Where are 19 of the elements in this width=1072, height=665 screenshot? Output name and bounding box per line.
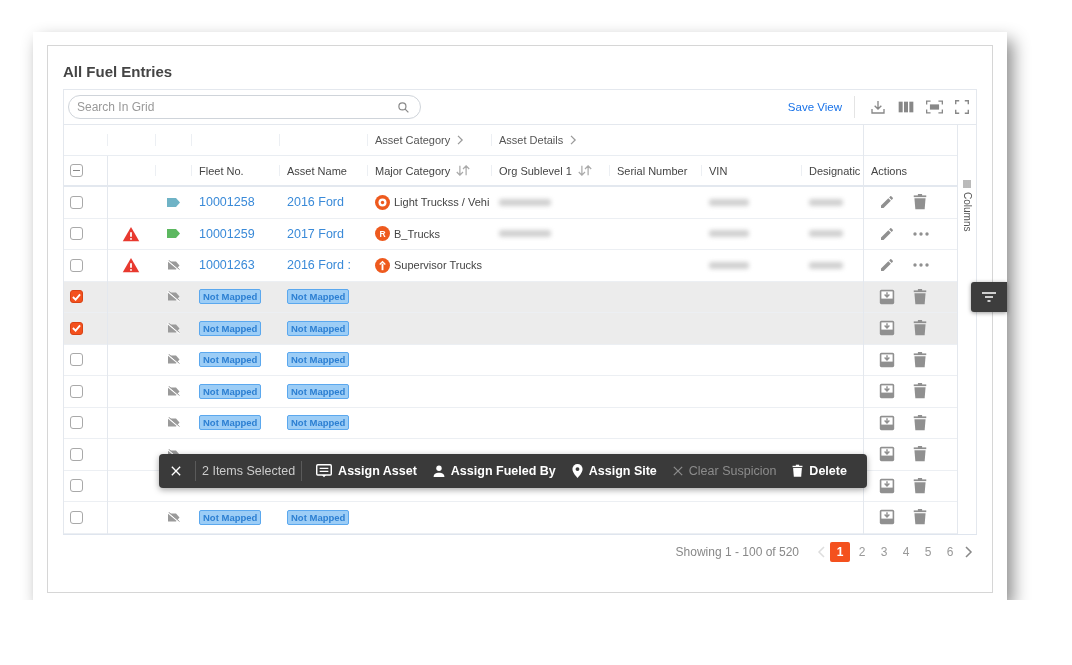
card-title: All Fuel Entries [63,63,174,80]
selection-count: 2 Items Selected [202,464,296,478]
status-tag: Not Mapped [199,509,262,525]
status-tag: Not Mapped [199,320,262,336]
status-tag: Not Mapped [199,415,262,431]
status-tag: Not Mapped [287,383,350,399]
table-cell: B_Trucks [394,227,441,240]
status-tag: Not Mapped [287,509,350,525]
pagination-summary: Showing 1 - 100 of 520 [675,544,799,559]
table-cell: Supervisor Trucks [394,259,483,272]
status-tag: Not Mapped [287,352,350,368]
status-tag: Not Mapped [287,289,350,305]
status-tag: Not Mapped [199,289,262,305]
status-tag: Not Mapped [287,415,350,431]
status-tag: Not Mapped [199,352,262,368]
category-badge: R [375,226,390,242]
status-tag: Not Mapped [287,320,350,336]
status-tag: Not Mapped [199,383,262,399]
table-cell: Light Truckss / Vehi [394,196,490,209]
